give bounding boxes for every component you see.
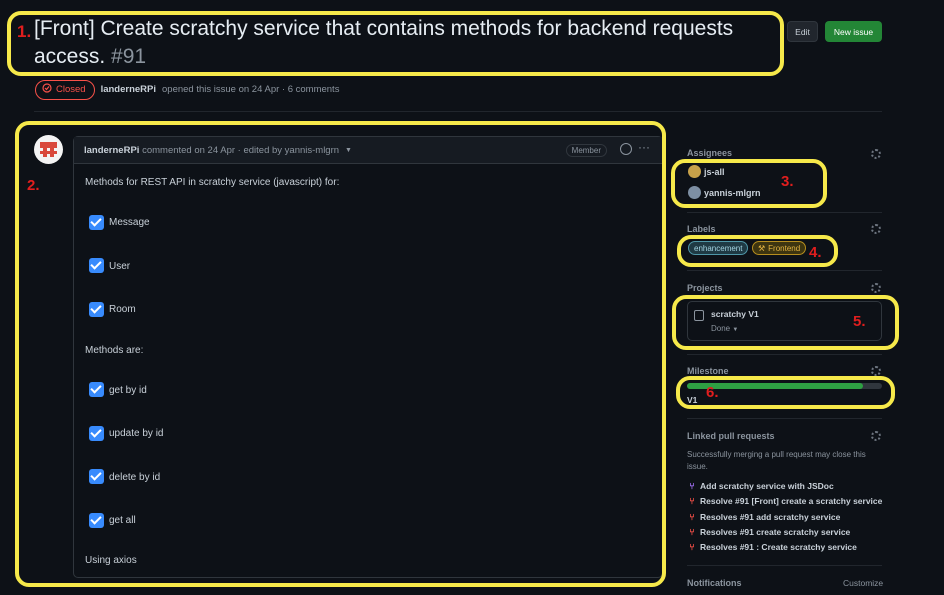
annotation-number: 2. [27,177,40,194]
task-label: update by id [109,428,164,439]
chevron-down-icon[interactable]: ▼ [345,147,352,154]
status-text: Closed [56,84,86,95]
project-board-icon [694,310,704,321]
annotation-number: 1. [17,22,32,41]
pr-closed-icon: ⑂ [689,527,695,537]
task-checkbox[interactable] [89,469,104,484]
task-label: get by id [109,385,147,396]
task-label: delete by id [109,472,161,483]
kebab-menu-icon[interactable]: ··· [638,140,650,154]
linked-prs-description: Successfully merging a pull request may … [687,450,866,471]
comment-intro: Methods for REST API in scratchy service… [85,177,340,188]
task-label: Room [109,304,136,315]
comment-footer-text: Using axios [85,555,137,566]
label-enhancement[interactable]: enhancement [688,241,749,255]
task-checkbox[interactable] [89,426,104,441]
linked-prs-heading: Linked pull requests [687,431,775,441]
customize-link[interactable]: Customize [843,578,883,588]
comment-meta: commented on 24 Apr · edited by yannis-m… [142,144,340,156]
sidebar-divider [687,565,882,566]
member-badge: Member [565,144,607,157]
project-status-text: Done [711,324,731,333]
label-text: Frontend [768,243,801,253]
issue-meta: Closed landerneRPi opened this issue on … [35,79,339,100]
pr-title: Resolves #91 add scratchy service [700,512,841,522]
pr-title: Resolves #91 : Create scratchy service [700,542,857,552]
annotation-number: 4. [809,244,822,261]
sidebar-divider [687,354,882,355]
linked-pr-item[interactable]: ⑂ Add scratchy service with JSDoc [687,481,834,491]
avatar [688,186,701,199]
task-checkbox[interactable] [89,258,104,273]
issue-opened-text: opened this issue on 24 Apr · 6 comments [162,84,340,95]
pr-merged-icon: ⑂ [689,481,695,491]
assignee-name: yannis-mlgrn [704,187,761,198]
pr-closed-icon: ⑂ [689,512,695,522]
emoji-icon[interactable] [620,143,632,155]
assignee-name: js-all [704,166,725,177]
projects-heading: Projects [687,283,723,293]
comment-header: landerneRPi commented on 24 Apr · edited… [74,137,662,164]
linked-pr-item[interactable]: ⑂ Resolves #91 : Create scratchy service [687,542,857,552]
task-label: get all [109,515,136,526]
gear-icon[interactable] [871,149,881,159]
pr-closed-icon: ⑂ [689,496,695,506]
gear-icon[interactable] [871,224,881,234]
gear-icon[interactable] [871,366,881,376]
label-frontend[interactable]: ⚒ Frontend [752,241,807,255]
project-name[interactable]: scratchy V1 [711,309,759,319]
assignees-heading: Assignees [687,148,733,158]
task-checkbox[interactable] [89,513,104,528]
gear-icon[interactable] [871,283,881,293]
linked-pr-item[interactable]: ⑂ Resolves #91 create scratchy service [687,527,850,537]
sidebar-divider [687,418,882,419]
issue-author-link[interactable]: landerneRPi [101,84,156,95]
task-label: Message [109,217,150,228]
avatar [688,165,701,178]
chevron-down-icon: ▼ [732,327,739,333]
sidebar-divider [687,212,882,213]
pr-title: Add scratchy service with JSDoc [700,481,834,491]
issue-number: #91 [111,45,147,68]
new-issue-button[interactable]: New issue [825,21,882,42]
edit-button[interactable]: Edit [787,21,818,42]
linked-pr-item[interactable]: ⑂ Resolve #91 [Front] create a scratchy s… [687,496,882,506]
header-divider [34,111,882,112]
comment-box: landerneRPi commented on 24 Apr · edited… [73,136,663,578]
annotation-number: 5. [853,313,866,330]
annotation-number: 6. [706,384,719,401]
project-status[interactable]: Done ▼ [711,324,738,333]
status-badge: Closed [35,79,95,100]
linked-pr-item[interactable]: ⑂ Resolves #91 add scratchy service [687,512,840,522]
pr-title: Resolves #91 create scratchy service [700,527,851,537]
methods-heading: Methods are: [85,345,144,356]
avatar[interactable] [34,135,63,164]
pr-title: Resolve #91 [Front] create a scratchy se… [700,496,883,506]
task-checkbox[interactable] [89,302,104,317]
sidebar-divider [687,270,882,271]
comment-author-link[interactable]: landerneRPi [84,145,139,156]
task-checkbox[interactable] [89,215,104,230]
notifications-heading: Notifications [687,578,742,588]
assignee-item[interactable]: yannis-mlgrn [688,186,761,199]
labels-heading: Labels [687,224,716,234]
milestone-name[interactable]: V1 [687,395,697,405]
assignee-item[interactable]: js-all [688,165,725,178]
gear-icon[interactable] [871,431,881,441]
milestone-heading: Milestone [687,366,729,376]
wrench-icon: ⚒ [758,243,766,253]
task-checkbox[interactable] [89,382,104,397]
closed-icon [42,83,52,96]
pr-closed-icon: ⑂ [689,542,695,552]
issue-title: [Front] Create scratchy service that con… [34,15,779,71]
annotation-number: 3. [781,173,794,190]
task-label: User [109,261,131,272]
